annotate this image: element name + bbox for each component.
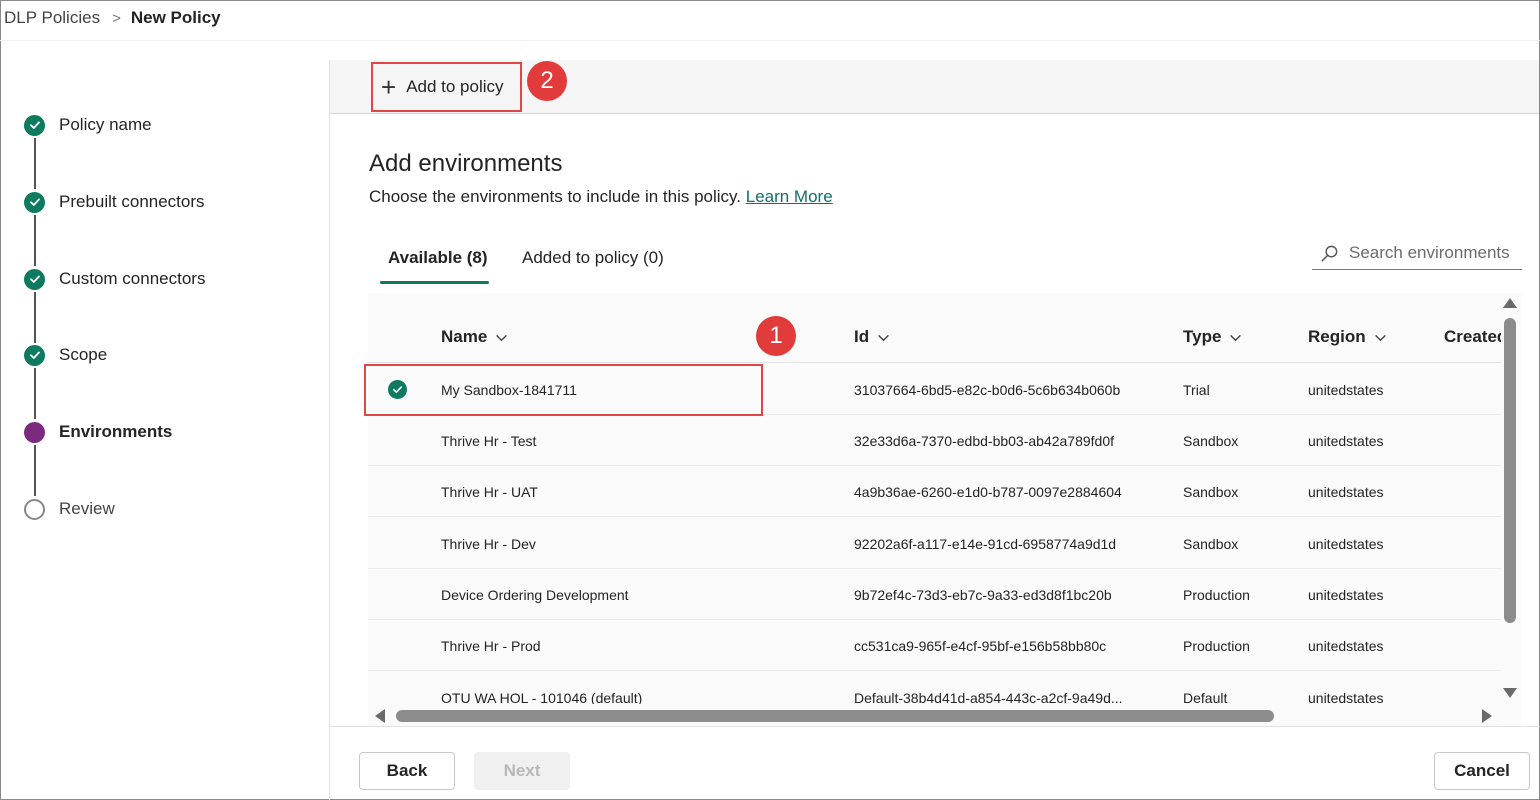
step-connector — [34, 215, 36, 266]
step-connector — [34, 292, 36, 343]
step-custom-connectors[interactable]: Custom connectors — [24, 267, 205, 291]
cell-id: 9b72ef4c-73d3-eb7c-9a33-ed3d8f1bc20b — [854, 587, 1112, 603]
cell-type: Sandbox — [1183, 484, 1239, 500]
step-label: Review — [59, 499, 115, 518]
column-header-label: Type — [1183, 327, 1222, 346]
breadcrumb: DLP Policies > New Policy — [4, 6, 221, 30]
column-header-label: Created — [1444, 327, 1501, 346]
empty-circle-icon — [24, 498, 45, 520]
cell-id: 32e33d6a-7370-edbd-bb03-ab42a789fd0f — [854, 433, 1115, 449]
column-header-region[interactable]: Region — [1308, 327, 1387, 347]
column-header-label: Region — [1308, 327, 1366, 346]
step-review[interactable]: Review — [24, 497, 115, 521]
cell-name: Thrive Hr - Test — [441, 433, 537, 449]
next-button[interactable]: Next — [474, 752, 570, 790]
back-button[interactable]: Back — [359, 752, 455, 790]
column-header-name[interactable]: Name — [441, 327, 508, 347]
panel-divider — [329, 60, 330, 800]
cell-region: unitedstates — [1308, 587, 1384, 603]
step-policy-name[interactable]: Policy name — [24, 113, 152, 137]
active-tab-indicator — [380, 281, 489, 284]
cell-id: 31037664-6bd5-e82c-b0d6-5c6b634b060b — [854, 382, 1121, 398]
cell-region: unitedstates — [1308, 382, 1384, 398]
scroll-up-arrow-icon[interactable] — [1503, 298, 1517, 308]
checkmark-icon — [24, 114, 45, 136]
checkmark-icon — [24, 344, 45, 366]
learn-more-link[interactable]: Learn More — [746, 187, 833, 206]
cell-type: Sandbox — [1183, 433, 1239, 449]
description-text: Choose the environments to include in th… — [369, 187, 741, 206]
step-label: Policy name — [59, 115, 152, 134]
cell-type: Trial — [1183, 382, 1210, 398]
step-scope[interactable]: Scope — [24, 343, 107, 367]
step-connector — [34, 368, 36, 419]
page-title: Add environments — [369, 150, 563, 177]
callout-badge-1: 1 — [756, 316, 796, 356]
current-step-dot-icon — [24, 421, 45, 443]
cell-name: Thrive Hr - UAT — [441, 484, 538, 500]
table-row[interactable]: Thrive Hr - UAT 4a9b36ae-6260-e1d0-b787-… — [368, 466, 1501, 517]
scroll-right-arrow-icon[interactable] — [1482, 709, 1492, 723]
column-header-created[interactable]: Created — [1444, 327, 1501, 347]
plus-icon: + — [381, 72, 397, 102]
search-input[interactable] — [1349, 243, 1519, 263]
cell-region: unitedstates — [1308, 536, 1384, 552]
step-label: Environments — [59, 422, 173, 441]
search-box[interactable] — [1312, 237, 1522, 270]
selected-row-highlight — [364, 364, 763, 416]
step-prebuilt-connectors[interactable]: Prebuilt connectors — [24, 190, 205, 214]
vertical-scroll-thumb[interactable] — [1504, 318, 1516, 623]
column-header-id[interactable]: Id — [854, 327, 890, 347]
cell-region: unitedstates — [1308, 484, 1384, 500]
step-label: Scope — [59, 345, 108, 364]
wizard-stepper: Policy name Prebuilt connectors Custom c… — [0, 41, 330, 800]
tab-available[interactable]: Available (8) — [388, 248, 488, 284]
breadcrumb-current: New Policy — [130, 8, 221, 27]
cell-type: Sandbox — [1183, 536, 1239, 552]
table-row[interactable]: Thrive Hr - Dev 92202a6f-a117-e14e-91cd-… — [368, 518, 1501, 569]
scroll-down-arrow-icon[interactable] — [1503, 688, 1517, 698]
breadcrumb-dlp-policies[interactable]: DLP Policies — [4, 8, 100, 28]
footer-divider — [330, 726, 1540, 727]
checkmark-icon — [24, 268, 45, 290]
cell-region: unitedstates — [1308, 638, 1384, 654]
chevron-down-icon — [1230, 334, 1242, 341]
column-header-label: Id — [854, 327, 870, 346]
table-row[interactable]: Thrive Hr - Prod cc531ca9-965f-e4cf-95bf… — [368, 620, 1501, 671]
cell-name: Device Ordering Development — [441, 587, 629, 603]
search-icon — [1321, 245, 1338, 261]
checkmark-icon — [24, 191, 45, 213]
section-description: Choose the environments to include in th… — [369, 187, 833, 207]
horizontal-scroll-thumb[interactable] — [396, 710, 1274, 722]
column-header-type[interactable]: Type — [1183, 327, 1242, 347]
table-header: Name Id Type Region Created — [368, 293, 1501, 363]
tab-added-to-policy[interactable]: Added to policy (0) — [522, 248, 664, 284]
column-header-label: Name — [441, 327, 488, 346]
cell-region: unitedstates — [1308, 433, 1384, 449]
cell-name: Thrive Hr - Dev — [441, 536, 536, 552]
step-connector — [34, 138, 36, 189]
step-environments[interactable]: Environments — [24, 420, 172, 444]
cell-id: cc531ca9-965f-e4cf-95bf-e156b58bb80c — [854, 638, 1107, 654]
add-to-policy-button[interactable]: + Add to policy — [371, 62, 522, 112]
table-row[interactable]: Thrive Hr - Test 32e33d6a-7370-edbd-bb03… — [368, 415, 1501, 466]
environments-table: Name Id Type Region Created My Sandbox-1… — [368, 293, 1501, 725]
add-to-policy-label: Add to policy — [406, 77, 504, 96]
chevron-down-icon — [878, 334, 889, 341]
cancel-button[interactable]: Cancel — [1434, 752, 1530, 790]
step-label: Prebuilt connectors — [59, 192, 205, 211]
cell-name: Thrive Hr - Prod — [441, 638, 541, 654]
chevron-down-icon — [1374, 334, 1386, 341]
step-connector — [34, 445, 36, 496]
chevron-down-icon — [496, 334, 508, 341]
cell-type: Production — [1183, 638, 1250, 654]
table-row[interactable]: Device Ordering Development 9b72ef4c-73d… — [368, 569, 1501, 620]
cell-id: 92202a6f-a117-e14e-91cd-6958774a9d1d — [854, 536, 1117, 552]
cell-id: 4a9b36ae-6260-e1d0-b787-0097e2884604 — [854, 484, 1122, 500]
callout-badge-2: 2 — [527, 61, 567, 101]
cell-type: Production — [1183, 587, 1250, 603]
chevron-right-icon: > — [112, 9, 121, 27]
scroll-left-arrow-icon[interactable] — [375, 709, 385, 723]
step-label: Custom connectors — [59, 269, 206, 288]
